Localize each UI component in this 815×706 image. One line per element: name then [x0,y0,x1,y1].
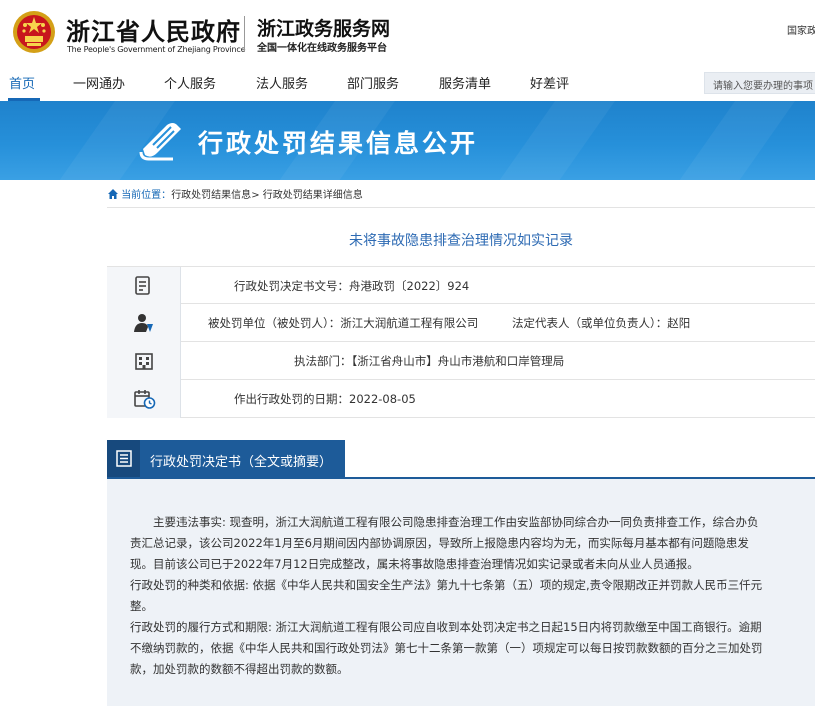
list-document-icon [116,450,132,467]
building-icon [135,353,153,370]
nav-item-personal[interactable]: 个人服务 [164,73,216,92]
body-line: 整。 [130,599,153,613]
gov-name-en: The People's Government of Zhejiang Prov… [67,45,246,54]
search-input[interactable]: 请输入您要办理的事项 [704,72,815,94]
nav-item-department[interactable]: 部门服务 [347,73,399,92]
body-line: 主要违法事实: 现查明，浙江大润航道工程有限公司隐患排查治理工作由安监部协同综合… [153,515,759,529]
body-line: 行政处罚的履行方式和期限: 浙江大润航道工程有限公司应自收到本处罚决定书之日起1… [130,620,762,634]
doc-number: 行政处罚决定书文号：舟港政罚〔2022〕924 [234,279,470,293]
book-icon [139,123,181,161]
header-divider [244,16,245,52]
breadcrumb-prefix: 当前位置： [121,190,172,201]
nav-item-service-list[interactable]: 服务清单 [439,73,491,92]
penalty-date: 作出行政处罚的日期：2022-08-05 [234,392,416,406]
page-title: 未将事故隐患排查治理情况如实记录 [349,233,573,249]
breadcrumb-separator: > [251,190,263,201]
info-row-date: 作出行政处罚的日期：2022-08-05 [107,380,815,418]
legal-representative: 法定代表人（或单位负责人）：赵阳 [512,316,691,330]
service-name[interactable]: 浙江政务服务网 [257,14,390,41]
nav-item-legal-entity[interactable]: 法人服务 [256,73,308,92]
breadcrumb-divider [107,207,815,208]
nav-item-home[interactable]: 首页 [9,73,35,92]
body-line: 行政处罚的种类和依据: 依据《中华人民共和国安全生产法》第九十七条第（五）项的规… [130,578,763,592]
body-line: 不缴纳罚款的，依据《中华人民共和国行政处罚法》第七十二条第一款第（一）项规定可以… [130,641,763,655]
body-line: 款，加处罚款的数额不得超出罚款的数额。 [130,662,349,676]
service-subtitle: 全国一体化在线政务服务平台 [257,43,387,54]
section-header: 行政处罚决定书（全文或摘要） [107,440,345,477]
breadcrumb-item-detail[interactable]: 行政处罚结果详细信息 [263,190,363,201]
nav-item-one-stop[interactable]: 一网通办 [73,73,125,92]
punished-party: 被处罚单位（被处罚人）：浙江大润航道工程有限公司 [208,316,479,330]
national-emblem-icon [13,11,55,53]
document-icon [135,276,150,295]
national-link[interactable]: 国家政 [787,22,815,37]
banner-title: 行政处罚结果信息公开 [198,129,479,158]
body-line: 现。目前该公司已于2022年7月12日完成整改，属未将事故隐患排查治理情况如实记… [130,557,699,571]
breadcrumb: 当前位置：行政处罚结果信息> 行政处罚结果详细信息 [108,186,363,201]
enforcement-dept: 执法部门：【浙江省舟山市】舟山市港航和口岸管理局 [294,354,565,368]
person-icon [134,314,153,332]
site-header: 浙江省人民政府 The People's Government of Zheji… [0,0,815,65]
section-title: 行政处罚决定书（全文或摘要） [150,455,333,470]
body-line: 责汇总记录，该公司2022年1月至6月期间因内部协调原因，导致所上报隐患内容均为… [130,536,749,550]
main-nav: 首页 一网通办 个人服务 法人服务 部门服务 服务清单 好差评 [0,65,815,101]
gov-name[interactable]: 浙江省人民政府 [66,12,241,47]
info-row-party: 被处罚单位（被处罚人）：浙江大润航道工程有限公司 法定代表人（或单位负责人）：赵… [107,304,815,342]
home-icon [108,189,118,199]
info-row-doc-no: 行政处罚决定书文号：舟港政罚〔2022〕924 [107,266,815,305]
calendar-clock-icon [134,390,156,409]
info-row-dept: 执法部门：【浙江省舟山市】舟山市港航和口岸管理局 [107,342,815,380]
breadcrumb-item-results[interactable]: 行政处罚结果信息 [171,190,251,201]
nav-item-rating[interactable]: 好差评 [530,73,569,92]
